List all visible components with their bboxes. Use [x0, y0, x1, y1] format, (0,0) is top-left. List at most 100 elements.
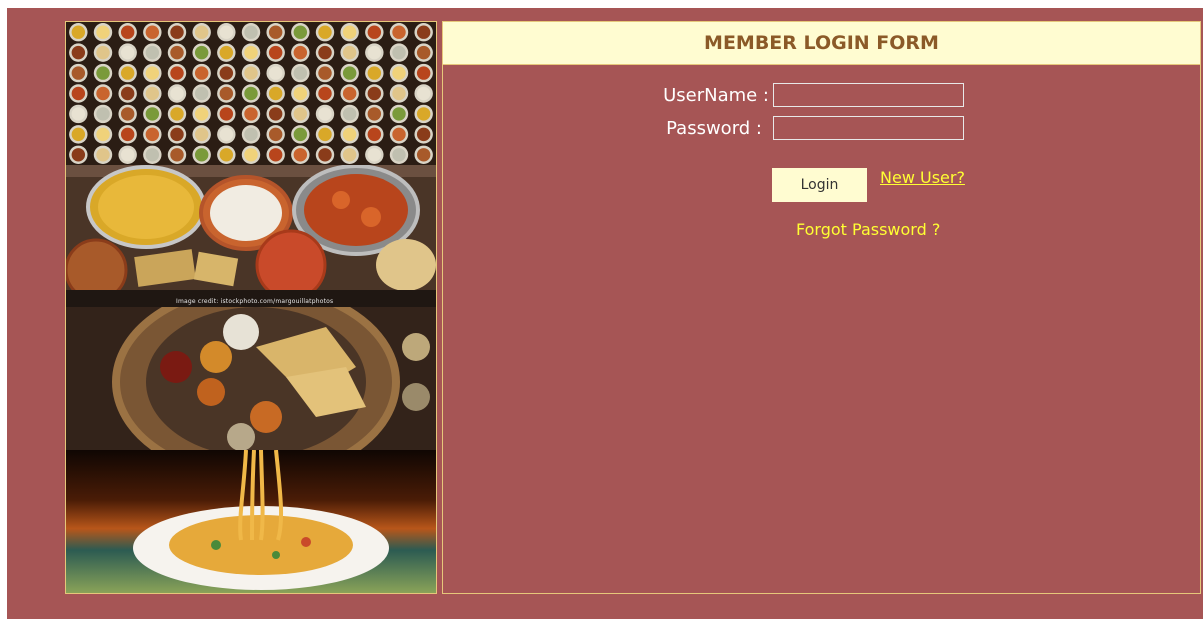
food-image-dish-grid: [66, 22, 436, 165]
dish-food: [120, 148, 135, 162]
dish-food: [219, 148, 234, 162]
thali-graphic: [66, 307, 436, 450]
dish-food: [244, 45, 258, 60]
dish-food: [392, 86, 406, 101]
dish-food: [268, 107, 283, 121]
dish-food: [71, 66, 86, 80]
dish-food: [342, 127, 357, 142]
dish-food: [194, 45, 209, 60]
username-row: UserName :: [657, 83, 964, 107]
dish-food: [145, 107, 160, 121]
dish-food: [71, 127, 86, 142]
dish-food: [120, 107, 135, 121]
dish-food: [342, 86, 357, 101]
dish-food: [194, 66, 209, 80]
dish-food: [170, 45, 184, 60]
dish-food: [318, 25, 332, 39]
dish-food: [416, 148, 431, 162]
dish-food: [194, 148, 209, 162]
dish-food: [392, 127, 406, 142]
page-background: Image credit: istockphoto.com/margouilla…: [7, 8, 1203, 619]
dish-food: [120, 86, 135, 101]
dish-food: [170, 25, 184, 39]
dish-food: [170, 66, 184, 80]
dish-food: [244, 127, 258, 142]
dish-food: [145, 127, 160, 142]
noodles-graphic: [66, 450, 436, 593]
dish-food: [71, 45, 86, 60]
dish-food: [293, 127, 308, 142]
dish-food: [293, 107, 308, 121]
dish-food: [268, 148, 283, 162]
dish-food: [268, 86, 283, 101]
food-image-curry-spread: Image credit: istockphoto.com/margouilla…: [66, 165, 436, 307]
dish-food: [96, 107, 110, 121]
dish-food: [367, 127, 382, 142]
dish-food: [219, 86, 234, 101]
dish-food: [318, 107, 332, 121]
dish-food: [219, 45, 234, 60]
dish-food: [96, 66, 110, 80]
username-input[interactable]: [773, 83, 964, 107]
dish-food: [194, 86, 209, 101]
dish-food: [367, 148, 382, 162]
dish-food: [145, 86, 160, 101]
dish-food: [342, 25, 357, 39]
dish-food: [194, 127, 209, 142]
food-image-thali: [66, 307, 436, 450]
food-image-noodles: [66, 450, 436, 593]
dish-food: [416, 127, 431, 142]
dish-food: [268, 66, 283, 80]
dish-food: [318, 148, 332, 162]
dish-food: [367, 25, 382, 39]
dish-food: [318, 45, 332, 60]
dish-food: [318, 66, 332, 80]
food-collage: Image credit: istockphoto.com/margouilla…: [65, 21, 437, 594]
dish-food: [416, 107, 431, 121]
dish-food: [71, 107, 86, 121]
dish-food: [416, 45, 431, 60]
login-button[interactable]: Login: [772, 168, 867, 202]
dish-food: [145, 25, 160, 39]
dish-food: [416, 86, 431, 101]
dish-food: [170, 86, 184, 101]
password-row: Password :: [657, 116, 964, 140]
dish-food: [219, 107, 234, 121]
dish-food: [318, 86, 332, 101]
dish-food: [244, 66, 258, 80]
curry-spread-graphic: [66, 165, 436, 307]
dish-grid-graphic: [66, 22, 436, 165]
dish-food: [392, 148, 406, 162]
dish-food: [120, 66, 135, 80]
form-title: MEMBER LOGIN FORM: [443, 22, 1200, 65]
dish-food: [219, 66, 234, 80]
dish-food: [367, 66, 382, 80]
dish-food: [268, 25, 283, 39]
dish-food: [416, 25, 431, 39]
new-user-link[interactable]: New User?: [880, 168, 965, 187]
dish-food: [96, 127, 110, 142]
image-credit: Image credit: istockphoto.com/margouilla…: [176, 298, 334, 305]
dish-food: [170, 127, 184, 142]
dish-food: [268, 127, 283, 142]
dish-food: [71, 148, 86, 162]
password-label: Password :: [666, 117, 762, 139]
dish-food: [170, 148, 184, 162]
dish-food: [96, 25, 110, 39]
dish-food: [120, 127, 135, 142]
dish-food: [318, 127, 332, 142]
dish-food: [96, 45, 110, 60]
dish-food: [244, 86, 258, 101]
dish-food: [244, 25, 258, 39]
dish-food: [120, 25, 135, 39]
dish-food: [416, 66, 431, 80]
forgot-password-link[interactable]: Forgot Password ?: [796, 220, 940, 239]
dish-food: [71, 86, 86, 101]
dish-food: [219, 25, 234, 39]
dish-food: [244, 107, 258, 121]
dish-food: [244, 148, 258, 162]
password-input[interactable]: [773, 116, 964, 140]
dish-food: [96, 148, 110, 162]
username-label: UserName :: [663, 84, 769, 106]
dish-food: [342, 66, 357, 80]
